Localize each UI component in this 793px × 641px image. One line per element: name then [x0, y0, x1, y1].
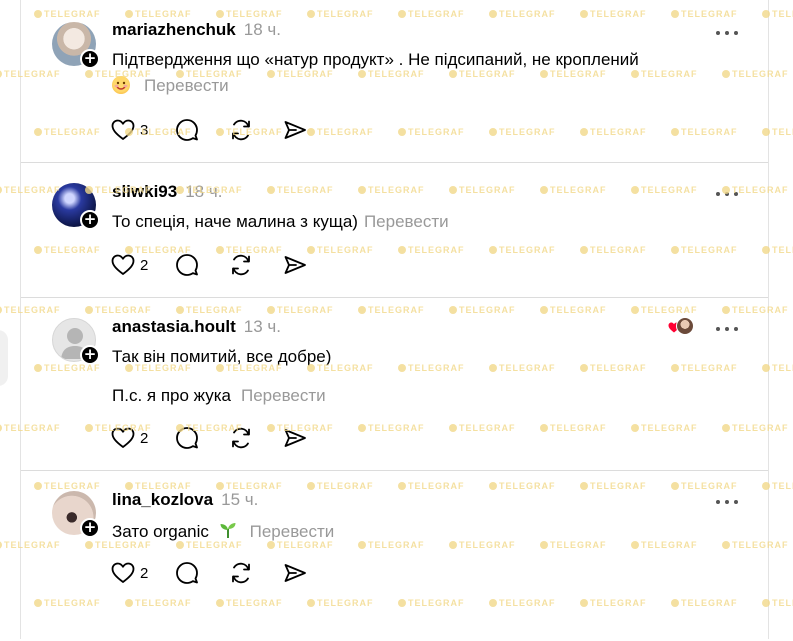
comment-actions: 3: [111, 118, 307, 142]
like-button[interactable]: 2: [111, 427, 148, 449]
smiling-emoji-icon: [112, 76, 130, 94]
comment-text: Зато organic Перевести: [112, 520, 334, 542]
comment-time: 15 ч.: [221, 490, 259, 509]
translate-link[interactable]: Перевести: [144, 76, 229, 95]
heart-icon: [111, 119, 135, 140]
comment-item: + sliwki93 18 ч. То спеція, наче малина з…: [21, 163, 768, 298]
comment-text: Підтвердження що «натур продукт» . Не пі…: [112, 50, 639, 69]
follow-plus-icon[interactable]: +: [80, 345, 100, 365]
comment-username[interactable]: lina_kozlova 15 ч.: [112, 490, 258, 510]
like-count: 3: [140, 121, 149, 139]
repost-icon: [232, 562, 251, 584]
more-options-button[interactable]: [714, 321, 740, 331]
comment-time: 13 ч.: [243, 317, 281, 336]
comment-username[interactable]: anastasia.hoult 13 ч.: [112, 317, 281, 337]
like-button[interactable]: 3: [111, 119, 148, 141]
watermark-logo-icon: [0, 424, 2, 432]
reply-button[interactable]: [175, 118, 199, 142]
reply-button[interactable]: [175, 561, 199, 585]
author-avatar-mini: [676, 317, 694, 335]
watermark-logo-icon: [0, 70, 2, 78]
like-count: 2: [140, 564, 149, 582]
comment-text-content: Зато organic: [112, 522, 209, 541]
watermark-logo-icon: [0, 541, 2, 549]
comment-text: Так він помитий, все добре): [112, 347, 332, 366]
like-count: 2: [140, 429, 149, 447]
reply-button[interactable]: [175, 426, 199, 450]
watermark-logo-icon: [0, 306, 2, 314]
comment-bubble-icon: [176, 427, 199, 449]
comment-bubble-icon: [176, 562, 199, 584]
more-dots-icon: [716, 327, 738, 331]
like-button[interactable]: 2: [111, 254, 148, 276]
heart-icon: [111, 427, 135, 448]
heart-icon: [111, 562, 135, 583]
send-icon: [284, 256, 307, 274]
reply-button[interactable]: [175, 253, 199, 277]
seedling-emoji-icon: [220, 523, 236, 538]
more-dots-icon: [716, 500, 738, 504]
comment-text-content: П.с. я про жука: [112, 386, 231, 405]
comment-item: + anastasia.hoult 13 ч. Так він помитий, …: [21, 298, 768, 471]
avatar[interactable]: +: [52, 183, 100, 230]
send-icon: [284, 429, 307, 447]
follow-plus-icon[interactable]: +: [80, 210, 100, 230]
translate-link[interactable]: Перевести: [250, 522, 335, 541]
comment-bubble-icon: [176, 119, 199, 141]
share-button[interactable]: [283, 118, 307, 142]
repost-button[interactable]: [229, 118, 253, 142]
username-text[interactable]: anastasia.hoult: [112, 317, 236, 336]
repost-icon: [232, 119, 251, 141]
comments-feed: + mariazhenchuk 18 ч. Підтвердження що «н…: [20, 0, 769, 639]
comment-time: 18 ч.: [185, 182, 223, 201]
comment-text-line2: П.с. я про жука Перевести: [112, 386, 326, 406]
repost-icon: [232, 254, 251, 276]
send-icon: [284, 121, 307, 139]
username-text[interactable]: mariazhenchuk: [112, 20, 236, 39]
comment-item: + lina_kozlova 15 ч. Зато organic Перевес…: [21, 471, 768, 641]
comment-username[interactable]: sliwki93 18 ч.: [112, 182, 222, 202]
translate-link[interactable]: Перевести: [241, 386, 326, 405]
follow-plus-icon[interactable]: +: [80, 518, 100, 538]
avatar[interactable]: +: [52, 491, 100, 538]
comment-text-content: То спеція, наче малина з куща): [112, 212, 358, 231]
comment-actions: 2: [111, 426, 307, 450]
comment-time: 18 ч.: [243, 20, 281, 39]
more-options-button[interactable]: [714, 186, 740, 196]
comment-item: + mariazhenchuk 18 ч. Підтвердження що «н…: [21, 0, 768, 163]
more-options-button[interactable]: [714, 494, 740, 504]
more-options-button[interactable]: [714, 25, 740, 35]
comment-actions: 2: [111, 561, 307, 585]
comment-text-line2: Перевести: [112, 76, 229, 96]
repost-button[interactable]: [229, 253, 253, 277]
translate-link[interactable]: Перевести: [364, 212, 449, 231]
avatar[interactable]: +: [52, 318, 100, 365]
share-button[interactable]: [283, 426, 307, 450]
watermark-logo-icon: [0, 186, 2, 194]
heart-icon: [111, 254, 135, 275]
share-button[interactable]: [283, 253, 307, 277]
avatar[interactable]: +: [52, 22, 100, 69]
author-liked-indicator: [668, 316, 694, 336]
more-dots-icon: [716, 192, 738, 196]
comment-username[interactable]: mariazhenchuk 18 ч.: [112, 20, 281, 40]
follow-plus-icon[interactable]: +: [80, 49, 100, 69]
share-button[interactable]: [283, 561, 307, 585]
like-count: 2: [140, 256, 149, 274]
repost-icon: [232, 427, 251, 449]
send-icon: [284, 564, 307, 582]
like-button[interactable]: 2: [111, 562, 148, 584]
username-text[interactable]: sliwki93: [112, 182, 177, 201]
side-panel-handle: [0, 330, 8, 386]
comment-text: То спеція, наче малина з куща) Перевести: [112, 212, 449, 232]
repost-button[interactable]: [229, 561, 253, 585]
username-text[interactable]: lina_kozlova: [112, 490, 213, 509]
comment-actions: 2: [111, 253, 307, 277]
more-dots-icon: [716, 31, 738, 35]
comment-bubble-icon: [176, 254, 199, 276]
repost-button[interactable]: [229, 426, 253, 450]
